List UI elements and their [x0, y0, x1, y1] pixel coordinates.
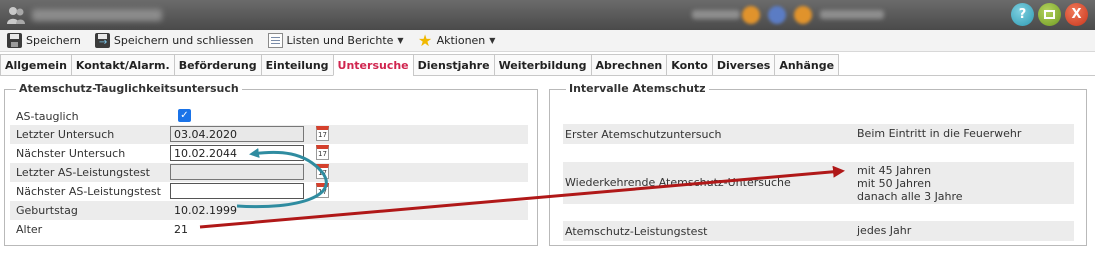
tab-abrechnen[interactable]: Abrechnen	[590, 54, 668, 76]
calendar-icon[interactable]	[316, 183, 329, 198]
calendar-icon[interactable]	[316, 126, 329, 141]
alter-row: Alter 21	[10, 220, 528, 239]
actions-label: Aktionen	[436, 34, 486, 47]
help-button[interactable]: ?	[1011, 3, 1034, 26]
alter-value: 21	[174, 223, 188, 236]
tab-dienstjahre[interactable]: Dienstjahre	[412, 54, 495, 76]
wiederkehrende-untersuche-label: Wiederkehrende Atemschutz-Untersuche	[565, 176, 791, 189]
naechster-test-row: Nächster AS-Leistungstest	[10, 182, 528, 201]
erster-untersuch-label: Erster Atemschutzuntersuch	[565, 128, 722, 141]
maximize-icon	[1044, 10, 1055, 19]
save-close-icon	[94, 33, 110, 48]
as-tauglich-row: AS-tauglich ✓	[10, 107, 528, 126]
user-icon[interactable]	[768, 6, 786, 24]
naechster-untersuch-row: Nächster Untersuch	[10, 144, 528, 163]
letzter-untersuch-field[interactable]	[170, 126, 304, 142]
letzter-test-field[interactable]	[170, 164, 304, 180]
leistungstest-value: jedes Jahr	[857, 224, 912, 237]
panel-title: Atemschutz-Tauglichkeitsuntersuch	[16, 82, 242, 95]
as-tauglich-checkbox[interactable]: ✓	[178, 109, 191, 122]
naechster-test-field[interactable]	[170, 183, 304, 199]
app-logo-icon	[7, 7, 25, 24]
leistungstest-label: Atemschutz-Leistungstest	[565, 225, 708, 238]
user-info-blurred	[692, 10, 740, 19]
wiederkehrende-untersuche-row: Wiederkehrende Atemschutz-Untersuche mit…	[563, 162, 1074, 204]
erster-untersuch-row: Erster Atemschutzuntersuch Beim Eintritt…	[563, 124, 1074, 144]
geburtstag-label: Geburtstag	[16, 204, 78, 217]
leistungstest-row: Atemschutz-Leistungstest jedes Jahr	[563, 221, 1074, 241]
star-icon: ★	[417, 31, 433, 50]
title-bar: ? X	[0, 0, 1095, 30]
save-button[interactable]: Speichern	[3, 31, 85, 51]
letzter-test-label: Letzter AS-Leistungstest	[16, 166, 150, 179]
lists-reports-menu[interactable]: Listen und Berichte ▼	[264, 31, 408, 51]
chevron-down-icon: ▼	[489, 36, 496, 45]
actions-menu[interactable]: ★ Aktionen ▼	[414, 31, 500, 51]
document-icon	[267, 33, 283, 48]
naechster-untersuch-field[interactable]	[170, 145, 304, 161]
save-and-close-button[interactable]: Speichern und schliessen	[91, 31, 258, 51]
naechster-test-label: Nächster AS-Leistungstest	[16, 185, 161, 198]
alter-label: Alter	[16, 223, 43, 236]
letzter-test-row: Letzter AS-Leistungstest	[10, 163, 528, 182]
intervalle-atemschutz-panel: Intervalle Atemschutz Erster Atemschutzu…	[549, 82, 1087, 246]
floppy-disk-icon	[7, 33, 22, 48]
atemschutz-tauglichkeit-panel: Atemschutz-Tauglichkeitsuntersuch AS-tau…	[4, 82, 538, 246]
geburtstag-value: 10.02.1999	[174, 204, 237, 217]
alert-icon[interactable]	[794, 6, 812, 24]
tab-untersuche[interactable]: Untersuche	[332, 54, 414, 76]
letzter-untersuch-label: Letzter Untersuch	[16, 128, 115, 141]
wiederkehrende-value-line: danach alle 3 Jahre	[857, 190, 963, 203]
tab-konto[interactable]: Konto	[666, 54, 713, 76]
wiederkehrende-value-line: mit 50 Jahren	[857, 177, 932, 190]
maximize-button[interactable]	[1038, 3, 1061, 26]
toolbar: Speichern Speichern und schliessen Liste…	[0, 30, 1095, 52]
tab-kontakt-alarm[interactable]: Kontakt/Alarm.	[70, 54, 175, 76]
naechster-untersuch-label: Nächster Untersuch	[16, 147, 126, 160]
tab-allgemein[interactable]: Allgemein	[0, 54, 72, 76]
letzter-untersuch-row: Letzter Untersuch	[10, 125, 528, 144]
close-button[interactable]: X	[1065, 3, 1088, 26]
save-label: Speichern	[26, 34, 81, 47]
tab-diverses[interactable]: Diverses	[711, 54, 776, 76]
calendar-icon[interactable]	[316, 145, 329, 160]
tab-weiterbildung[interactable]: Weiterbildung	[493, 54, 592, 76]
wiederkehrende-value-line: mit 45 Jahren	[857, 164, 932, 177]
panel-title: Intervalle Atemschutz	[566, 82, 709, 95]
tab-anhaenge[interactable]: Anhänge	[774, 54, 840, 76]
calendar-icon[interactable]	[316, 164, 329, 179]
lists-reports-label: Listen und Berichte	[286, 34, 394, 47]
save-close-label: Speichern und schliessen	[113, 34, 254, 47]
notification-icon[interactable]	[742, 6, 760, 24]
tab-befoerderung[interactable]: Beförderung	[173, 54, 262, 76]
geburtstag-row: Geburtstag 10.02.1999	[10, 201, 528, 220]
window-title-blurred	[32, 9, 162, 21]
chevron-down-icon: ▼	[397, 36, 404, 45]
erster-untersuch-value: Beim Eintritt in die Feuerwehr	[857, 127, 1022, 140]
user-name-blurred	[820, 10, 884, 19]
tab-einteilung[interactable]: Einteilung	[260, 54, 334, 76]
tab-bar: Allgemein Kontakt/Alarm. Beförderung Ein…	[0, 54, 840, 76]
as-tauglich-label: AS-tauglich	[16, 110, 79, 123]
